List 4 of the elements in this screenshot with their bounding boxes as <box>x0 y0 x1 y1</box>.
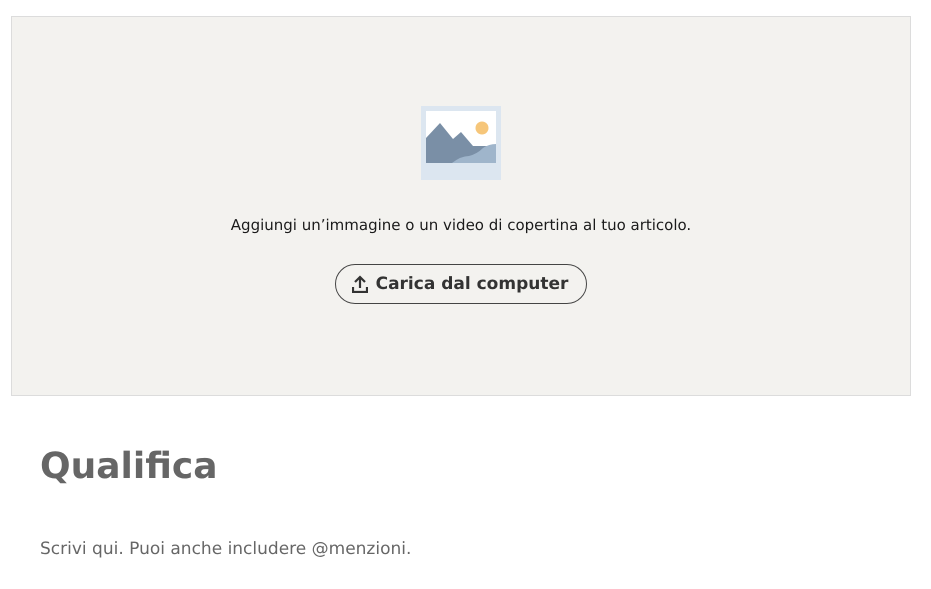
upload-button[interactable]: Carica dal computer <box>334 264 588 304</box>
cover-prompt: Aggiungi un’immagine o un video di copertina al tuo articolo. <box>230 216 692 234</box>
title-field[interactable]: Qualifica <box>40 440 891 492</box>
body-field[interactable]: Scrivi qui. Puoi anche includere @menzioni. <box>40 536 891 562</box>
